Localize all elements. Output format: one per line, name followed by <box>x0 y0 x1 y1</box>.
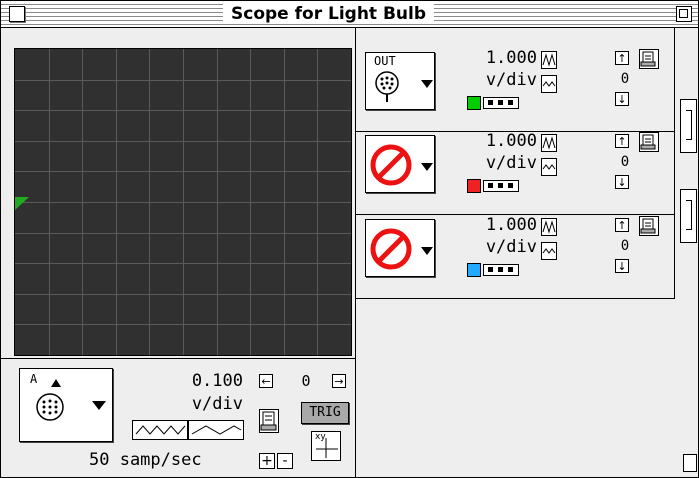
probe-icon <box>375 71 399 102</box>
timebase-left-button[interactable]: ← <box>259 374 273 388</box>
arrow-down-icon: ↓ <box>617 93 627 106</box>
timebase-faster-button[interactable] <box>132 420 188 440</box>
channel-divider <box>356 298 674 299</box>
crosshair-icon <box>316 438 338 458</box>
channel-2-scale-down-button[interactable] <box>541 158 557 176</box>
arrow-up-icon: ↑ <box>617 52 627 65</box>
expand-panel-button-2[interactable] <box>680 189 697 243</box>
printer-icon <box>640 134 656 150</box>
channel-3-source-button[interactable] <box>365 219 435 277</box>
printer-icon <box>640 51 656 67</box>
timebase-print-button[interactable] <box>259 409 279 433</box>
channel-1-volts: 1.000 <box>485 48 537 68</box>
channel-2: 1.000 v/div ↑ 0 ↓ <box>359 131 677 214</box>
arrow-down-icon: ↓ <box>617 260 627 273</box>
connector-icon <box>36 379 64 421</box>
channel-2-volts: 1.000 <box>485 131 537 151</box>
channel-2-offset-down-button[interactable]: ↓ <box>615 175 629 189</box>
printer-icon <box>260 411 277 431</box>
no-signal-icon <box>370 144 412 186</box>
xy-mode-button[interactable]: xy <box>311 431 341 461</box>
sample-rate-decrease-button[interactable]: - <box>277 453 293 469</box>
expand-panel-button-1[interactable] <box>680 99 697 153</box>
waveform-peak-icon <box>542 136 556 150</box>
timebase-offset: 0 <box>301 372 311 390</box>
waveform-peak-icon <box>542 53 556 67</box>
channel-3-volts: 1.000 <box>485 215 537 235</box>
channel-1-offset-down-button[interactable]: ↓ <box>615 92 629 106</box>
dropdown-arrow-icon <box>421 80 433 88</box>
channel-1-source-button[interactable]: OUT <box>365 52 435 110</box>
waveform-wave-icon <box>542 248 556 254</box>
channel-3-unit: v/div <box>485 237 537 257</box>
dropdown-arrow-icon <box>92 401 106 410</box>
channel-1-scale-up-button[interactable] <box>541 51 557 69</box>
channel-2-offset: 0 <box>620 154 630 170</box>
arrow-right-icon: → <box>334 375 344 388</box>
timebase-right-button[interactable]: → <box>332 374 346 388</box>
channel-3-scale-down-button[interactable] <box>541 242 557 260</box>
channel-1-color-swatch[interactable] <box>467 96 481 110</box>
channel-2-color-swatch[interactable] <box>467 179 481 193</box>
resize-box-icon[interactable] <box>683 454 697 472</box>
channel-3-offset: 0 <box>620 238 630 254</box>
arrow-up-icon: ↑ <box>617 135 627 148</box>
trigger-button[interactable]: TRIG <box>301 402 349 424</box>
waveform-peak-icon <box>542 220 556 234</box>
scope-window: Scope for Light Bulb OUT 1.000 v/div ↑ 0… <box>0 0 699 478</box>
close-box-icon[interactable] <box>9 6 25 22</box>
channel-1: OUT 1.000 v/div ↑ 0 ↓ <box>359 48 677 131</box>
dropdown-arrow-icon <box>421 163 433 171</box>
timebase-source-button[interactable]: A <box>19 368 113 442</box>
no-signal-icon <box>370 228 412 270</box>
channel-3-color-swatch[interactable] <box>467 263 481 277</box>
timebase-slower-button[interactable] <box>188 420 244 440</box>
channel-2-offset-up-button[interactable]: ↑ <box>615 134 629 148</box>
channel-2-scale-up-button[interactable] <box>541 134 557 152</box>
panel-divider <box>355 28 356 477</box>
arrow-down-icon: ↓ <box>617 176 627 189</box>
channel-1-print-button[interactable] <box>639 49 659 69</box>
printer-icon <box>640 218 656 234</box>
channel-2-print-button[interactable] <box>639 132 659 152</box>
scope-display[interactable] <box>14 48 352 356</box>
channel-1-display-toggle[interactable] <box>483 97 519 109</box>
waveform-fast-icon <box>135 425 186 435</box>
channel-1-source-label: OUT <box>374 54 396 68</box>
channel-3-print-button[interactable] <box>639 216 659 236</box>
channel-1-offset: 0 <box>620 71 630 87</box>
timebase-value: 0.100 <box>191 371 243 391</box>
channel-3: 1.000 v/div ↑ 0 ↓ <box>359 215 677 298</box>
timebase-divider <box>1 358 356 359</box>
channel-3-offset-up-button[interactable]: ↑ <box>615 218 629 232</box>
channel-2-source-button[interactable] <box>365 135 435 193</box>
channel-3-offset-down-button[interactable]: ↓ <box>615 259 629 273</box>
channel-1-unit: v/div <box>485 70 537 90</box>
channel-1-scale-down-button[interactable] <box>541 75 557 93</box>
waveform-wave-icon <box>542 164 556 170</box>
sample-rate: 50 samp/sec <box>89 450 202 470</box>
title-bar[interactable]: Scope for Light Bulb <box>1 1 698 28</box>
waveform-wave-icon <box>542 81 556 87</box>
arrow-left-icon: ← <box>261 375 271 388</box>
channel-1-offset-up-button[interactable]: ↑ <box>615 51 629 65</box>
channel-3-scale-up-button[interactable] <box>541 218 557 236</box>
channel-2-display-toggle[interactable] <box>483 180 519 192</box>
waveform-slow-icon <box>191 425 242 435</box>
arrow-up-icon: ↑ <box>617 219 627 232</box>
zoom-box-icon[interactable] <box>676 6 692 22</box>
channel-2-unit: v/div <box>485 153 537 173</box>
sample-rate-increase-button[interactable]: + <box>259 453 275 469</box>
trigger-marker-icon <box>15 197 29 210</box>
channel-3-display-toggle[interactable] <box>483 264 519 276</box>
dropdown-arrow-icon <box>421 247 433 255</box>
scope-grid <box>15 49 351 355</box>
window-title: Scope for Light Bulb <box>223 4 435 24</box>
timebase-unit: v/div <box>191 394 243 414</box>
